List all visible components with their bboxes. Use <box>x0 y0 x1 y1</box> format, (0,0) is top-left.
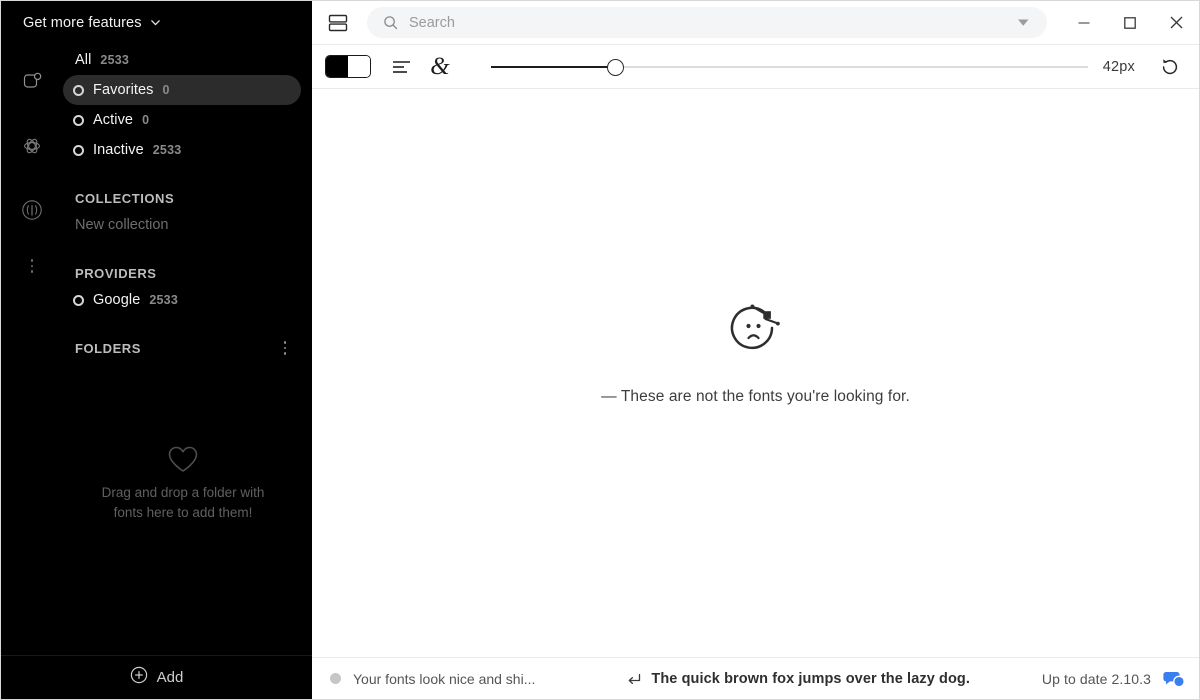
sidebar-item-google-label: Google <box>93 292 141 308</box>
sidebar-item-inactive[interactable]: Inactive 2533 <box>63 135 301 165</box>
font-size-slider[interactable] <box>491 56 1088 78</box>
tag-folder-icon[interactable] <box>12 62 52 102</box>
slider-thumb[interactable] <box>606 58 624 76</box>
sidebar-item-google[interactable]: Google 2533 <box>63 285 301 315</box>
chevron-down-icon <box>150 17 161 28</box>
collections-section-header: COLLECTIONS <box>63 186 312 210</box>
status-message[interactable]: Your fonts look nice and shi... <box>353 671 535 687</box>
folders-section-header: FOLDERS <box>63 336 312 360</box>
view-toolbar: & 42px <box>312 45 1199 89</box>
more-vertical-icon[interactable] <box>12 246 52 286</box>
providers-section-header: PROVIDERS <box>63 261 312 285</box>
sidebar-icon-rail <box>1 45 63 286</box>
chat-bubbles-icon[interactable] <box>1163 670 1185 688</box>
radio-icon <box>73 144 84 156</box>
sidebar-item-all[interactable]: All 2533 <box>63 45 301 75</box>
plus-circle-icon <box>130 666 148 689</box>
sidebar-item-favorites-label: Favorites <box>93 82 154 98</box>
slider-fill <box>491 66 616 68</box>
preview-text-field[interactable]: The quick brown fox jumps over the lazy … <box>627 671 970 687</box>
status-right-group: Up to date 2.10.3 <box>1042 670 1185 688</box>
add-button[interactable]: Add <box>1 655 312 699</box>
folder-drop-text: Drag and drop a folder with fonts here t… <box>101 485 265 520</box>
preview-sample-text: The quick brown fox jumps over the lazy … <box>651 670 970 687</box>
sidebar-item-inactive-label: Inactive <box>93 142 144 158</box>
search-bar[interactable] <box>367 7 1047 38</box>
get-more-features-button[interactable]: Get more features <box>1 1 312 45</box>
collections-title: COLLECTIONS <box>75 190 175 206</box>
ampersand-icon[interactable]: & <box>425 52 455 82</box>
add-button-label: Add <box>156 669 184 686</box>
minimize-icon[interactable] <box>1061 1 1107 44</box>
titlebar <box>312 1 1199 45</box>
atom-icon[interactable] <box>12 126 52 166</box>
sidebar-item-google-count: 2533 <box>149 293 178 307</box>
sidebar-item-active-count: 0 <box>142 113 150 127</box>
providers-title: PROVIDERS <box>75 265 157 281</box>
new-collection-label: New collection <box>75 217 169 233</box>
statusbar: Your fonts look nice and shi... The quic… <box>312 657 1199 699</box>
close-icon[interactable] <box>1153 1 1199 44</box>
font-size-label: 42px <box>1102 58 1135 75</box>
sad-face-icon <box>725 300 787 358</box>
enter-key-icon <box>627 672 641 686</box>
sidebar: Get more features All 2533 Favorites 0 A… <box>1 1 312 699</box>
new-collection-item[interactable]: New collection <box>63 210 312 240</box>
sidebar-item-favorites[interactable]: Favorites 0 <box>63 75 301 105</box>
font-list-empty-state: — These are not the fonts you're looking… <box>312 89 1199 657</box>
broadcast-icon[interactable] <box>12 190 52 230</box>
version-status: Up to date 2.10.3 <box>1041 670 1151 687</box>
theme-toggle-icon[interactable] <box>325 55 371 78</box>
radio-icon <box>73 84 84 96</box>
theme-toggle-dark-half <box>326 56 348 77</box>
folder-drop-zone[interactable]: Drag and drop a folder with fonts here t… <box>63 401 303 523</box>
sidebar-item-favorites-count: 0 <box>162 83 170 97</box>
sidebar-item-all-count: 2533 <box>100 53 130 67</box>
search-icon <box>383 15 398 30</box>
sidebar-item-all-label: All <box>75 52 92 68</box>
heart-icon <box>167 445 199 474</box>
align-left-icon[interactable] <box>387 52 417 82</box>
theme-toggle-light-half <box>348 56 370 77</box>
get-more-features-label: Get more features <box>23 15 142 31</box>
folders-more-vertical-icon[interactable] <box>276 339 294 357</box>
sidebar-item-active[interactable]: Active 0 <box>63 105 301 135</box>
search-input[interactable] <box>409 14 1002 31</box>
main-panel: & 42px <box>312 1 1199 699</box>
sidebar-item-active-label: Active <box>93 112 134 128</box>
sidebar-nav: All 2533 Favorites 0 Active 0 Inactive 2… <box>63 45 312 360</box>
app-window: Get more features All 2533 Favorites 0 A… <box>0 0 1200 700</box>
maximize-icon[interactable] <box>1107 1 1153 44</box>
radio-icon <box>73 294 84 306</box>
radio-icon <box>73 114 84 126</box>
caret-down-icon[interactable] <box>1013 13 1033 33</box>
sidebar-item-inactive-count: 2533 <box>152 143 182 157</box>
more-vertical-dots <box>23 257 41 275</box>
window-controls <box>1061 1 1199 44</box>
status-indicator-dot <box>330 673 341 684</box>
panel-layout-icon[interactable] <box>325 10 351 36</box>
empty-state-message: — These are not the fonts you're looking… <box>601 388 910 405</box>
folders-title: FOLDERS <box>75 340 141 356</box>
reset-icon[interactable] <box>1155 52 1185 82</box>
